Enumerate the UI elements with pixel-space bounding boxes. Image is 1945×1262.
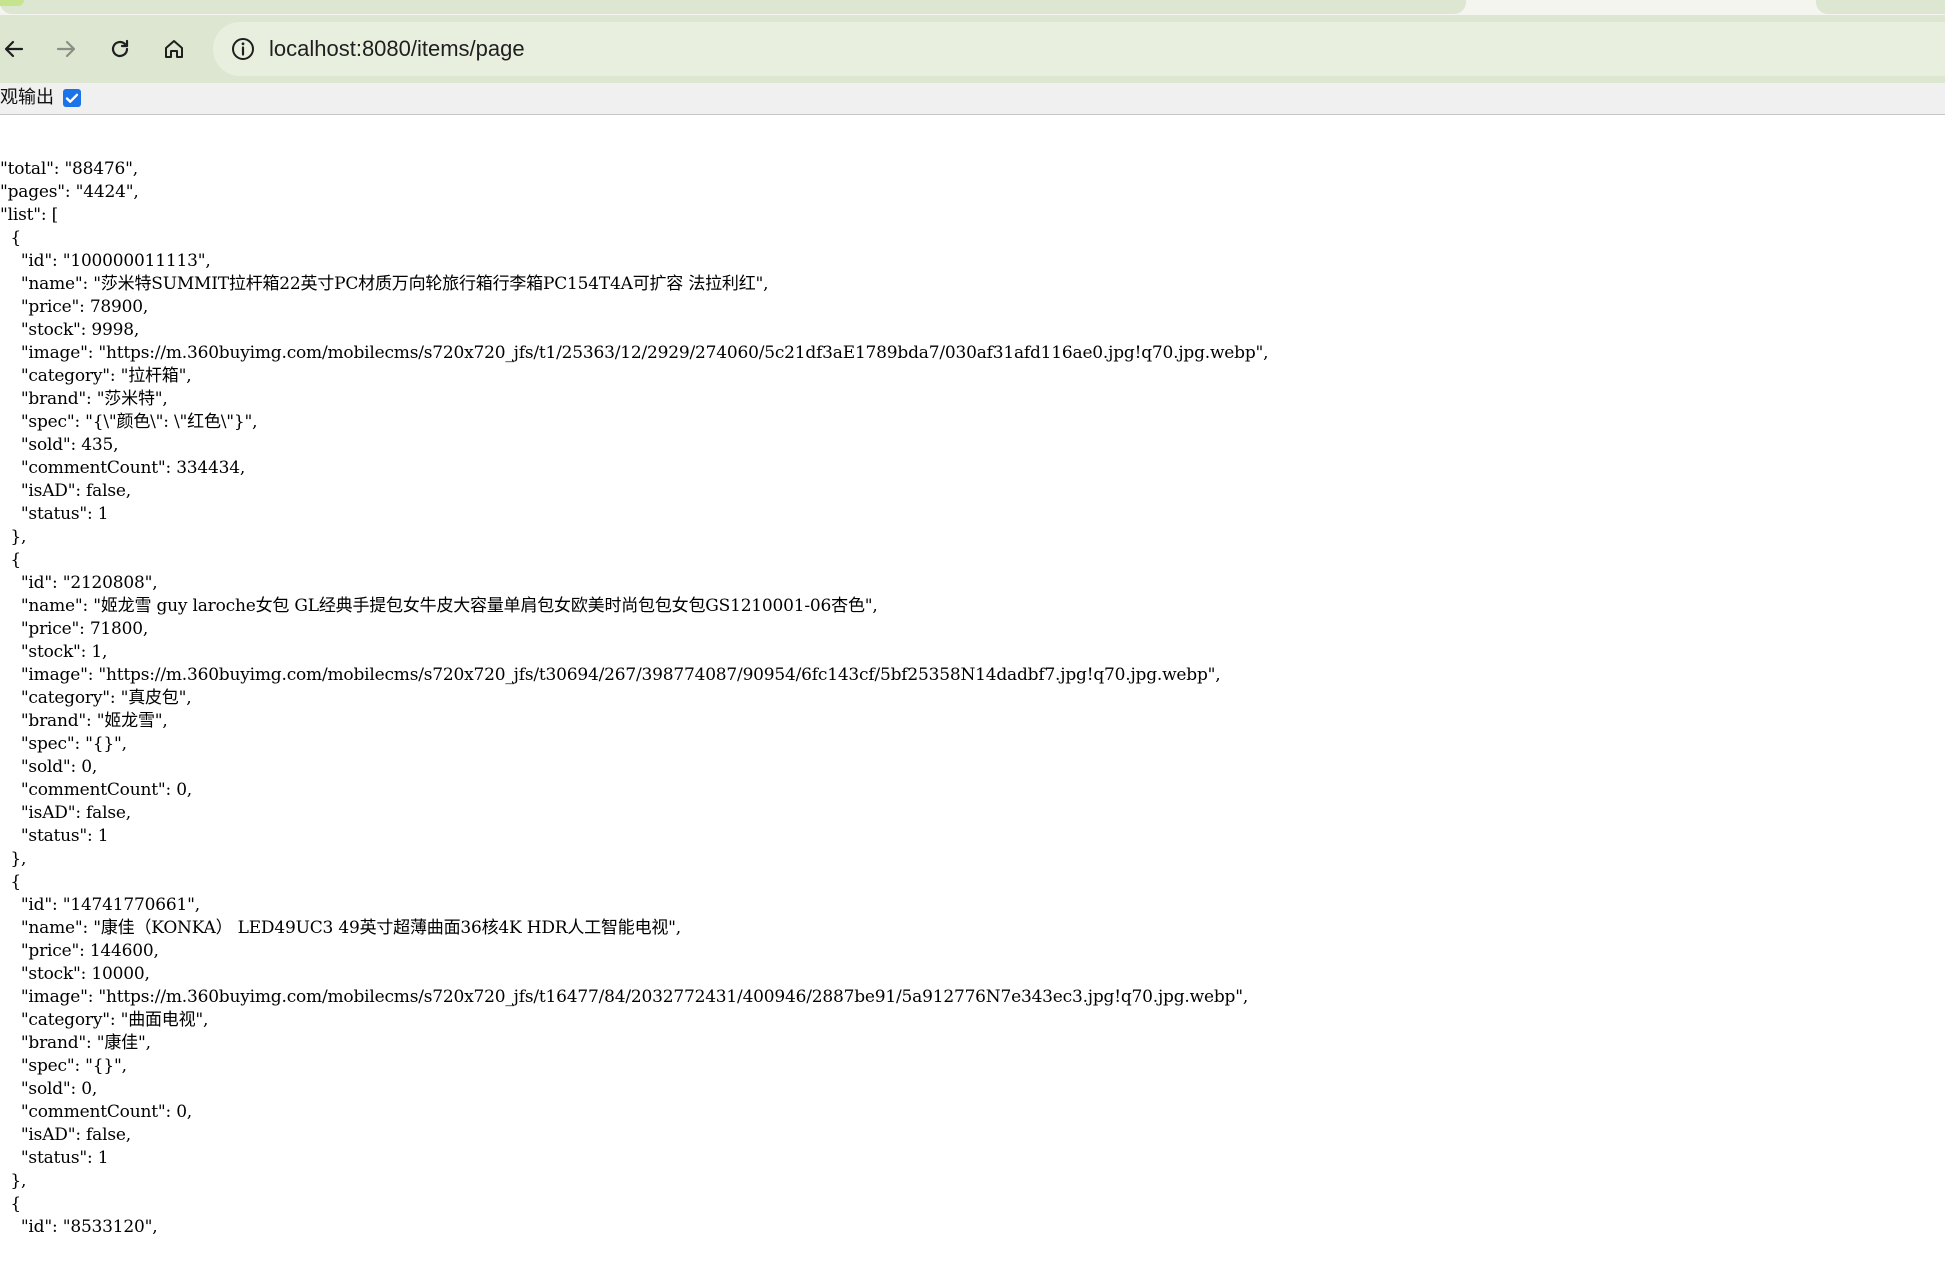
json-line: "spec": "{}", [0, 1056, 127, 1076]
browser-toolbar: localhost:8080/items/page [0, 15, 1945, 83]
json-line [0, 1239, 1268, 1262]
json-line: "image": "https://m.360buyimg.com/mobile… [0, 343, 1269, 363]
json-viewer-bar: 观输出 [0, 83, 1945, 115]
json-line: "image": "https://m.360buyimg.com/mobile… [0, 987, 1249, 1007]
home-icon [165, 40, 183, 58]
json-line: "id": "14741770661", [0, 895, 200, 915]
json-line: "pages": "4424", [0, 182, 139, 202]
json-line: "category": "曲面电视", [0, 1010, 209, 1030]
json-line: "spec": "{\"颜色\": \"红色\"}", [0, 412, 258, 432]
json-line: "commentCount": 334434, [0, 458, 246, 478]
json-line: "total": "88476", [0, 159, 138, 179]
json-line: "name": "康佳（KONKA） LED49UC3 49英寸超薄曲面36核4… [0, 918, 681, 938]
json-line: "sold": 0, [0, 757, 98, 777]
json-line: { [0, 550, 22, 570]
json-line: { [0, 228, 22, 248]
json-line: }, [0, 1171, 27, 1191]
json-line: }, [0, 849, 27, 869]
json-line: { [0, 1194, 22, 1214]
json-line: "isAD": false, [0, 1125, 131, 1145]
json-line: "status": 1 [0, 1148, 109, 1168]
reload-icon [111, 39, 129, 58]
json-line: "category": "拉杆箱", [0, 366, 192, 386]
forward-button[interactable] [52, 35, 80, 63]
json-line: "price": 144600, [0, 941, 159, 961]
json-line: "brand": "康佳", [0, 1033, 151, 1053]
json-line: "list": [ [0, 205, 59, 225]
json-line: "price": 78900, [0, 297, 149, 317]
json-line: "brand": "莎米特", [0, 389, 168, 409]
tab-strip [0, 0, 1945, 15]
json-line: "image": "https://m.360buyimg.com/mobile… [0, 665, 1221, 685]
site-info-icon[interactable] [229, 35, 257, 63]
reload-button[interactable] [106, 35, 134, 63]
active-tab[interactable] [0, 0, 1466, 14]
json-line: "sold": 0, [0, 1079, 98, 1099]
json-response-body: "total": "88476", "pages": "4424", "list":… [0, 158, 1269, 1262]
home-button[interactable] [160, 35, 188, 63]
pretty-print-checkbox[interactable] [63, 89, 81, 107]
json-line: "category": "真皮包", [0, 688, 192, 708]
json-line: "commentCount": 0, [0, 780, 193, 800]
arrow-right-icon [56, 40, 76, 58]
json-line: "id": "100000011113", [0, 251, 211, 271]
address-bar[interactable]: localhost:8080/items/page [213, 22, 1945, 76]
json-line: "name": "莎米特SUMMIT拉杆箱22英寸PC材质万向轮旅行箱行李箱PC… [0, 274, 769, 294]
json-line: "sold": 435, [0, 435, 119, 455]
json-line: "status": 1 [0, 826, 109, 846]
json-line: "isAD": false, [0, 803, 131, 823]
arrow-left-icon [4, 40, 24, 58]
tab-group-indicator [0, 0, 24, 6]
checkmark-icon [65, 93, 79, 103]
json-line: "spec": "{}", [0, 734, 127, 754]
url-text[interactable]: localhost:8080/items/page [269, 34, 525, 64]
json-line: "status": 1 [0, 504, 109, 524]
json-line: "id": "8533120", [0, 1217, 158, 1237]
json-line: "id": "2120808", [0, 573, 158, 593]
json-line: "isAD": false, [0, 481, 131, 501]
pretty-print-label: 观输出 [0, 87, 54, 108]
json-line: "commentCount": 0, [0, 1102, 193, 1122]
json-line: { [0, 872, 22, 892]
json-line: "stock": 1, [0, 642, 108, 662]
json-line: "stock": 10000, [0, 964, 150, 984]
json-line: "stock": 9998, [0, 320, 140, 340]
tab-right-edge[interactable] [1816, 0, 1945, 14]
json-line: "name": "姬龙雪 guy laroche女包 GL经典手提包女牛皮大容量… [0, 596, 878, 616]
json-line: "price": 71800, [0, 619, 149, 639]
json-line: "brand": "姬龙雪", [0, 711, 168, 731]
back-button[interactable] [0, 35, 28, 63]
json-line: }, [0, 527, 27, 547]
